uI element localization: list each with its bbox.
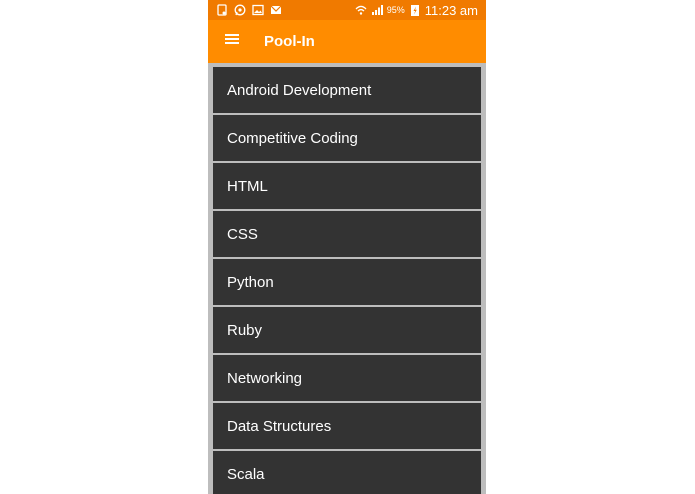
topic-label: Networking — [227, 369, 303, 387]
topic-item-css[interactable]: CSS — [213, 211, 481, 257]
notification-icon — [216, 4, 228, 16]
topic-label: Python — [227, 273, 274, 291]
battery-percent: 95% — [386, 5, 405, 15]
topic-label: HTML — [227, 177, 268, 195]
topic-label: Ruby — [227, 321, 263, 339]
hamburger-menu-icon — [224, 32, 240, 51]
status-bar: 95% 11:23 am — [208, 0, 486, 20]
phone-screen: 95% 11:23 am Pool-In Android Development… — [208, 0, 486, 494]
topic-item-python[interactable]: Python — [213, 259, 481, 305]
topic-item-networking[interactable]: Networking — [213, 355, 481, 401]
whatsapp-icon — [234, 4, 246, 16]
topic-label: Android Development — [227, 81, 372, 99]
topic-item-html[interactable]: HTML — [213, 163, 481, 209]
topic-item-ruby[interactable]: Ruby — [213, 307, 481, 353]
image-icon — [252, 4, 264, 16]
signal-icon — [371, 4, 383, 16]
topic-list: Android Development Competitive Coding H… — [213, 67, 481, 494]
wifi-icon — [355, 4, 367, 16]
menu-button[interactable] — [210, 20, 254, 63]
topic-label: Competitive Coding — [227, 129, 358, 147]
app-toolbar: Pool-In — [208, 20, 486, 63]
mail-icon — [270, 4, 282, 16]
battery-charging-icon — [409, 4, 421, 16]
topic-item-android-development[interactable]: Android Development — [213, 67, 481, 113]
topic-label: Data Structures — [227, 417, 332, 435]
topic-item-data-structures[interactable]: Data Structures — [213, 403, 481, 449]
status-notification-icons — [208, 4, 282, 16]
status-system-icons: 95% 11:23 am — [355, 3, 486, 18]
topic-item-scala[interactable]: Scala — [213, 451, 481, 494]
app-title: Pool-In — [264, 33, 315, 50]
topic-item-competitive-coding[interactable]: Competitive Coding — [213, 115, 481, 161]
clock-time: 11:23 am — [424, 2, 478, 18]
topic-label: Scala — [227, 465, 265, 483]
topic-label: CSS — [227, 225, 258, 243]
